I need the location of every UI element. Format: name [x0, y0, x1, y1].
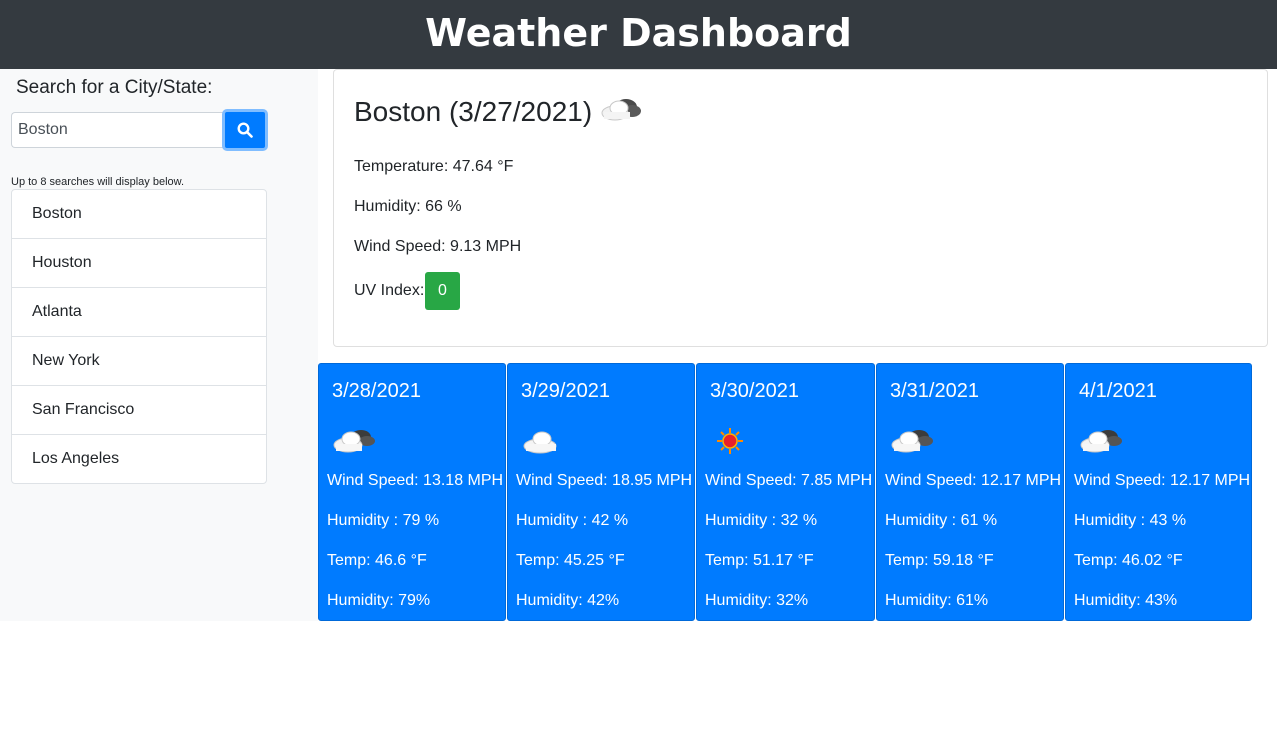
history-item[interactable]: Boston — [12, 190, 266, 239]
forecast-humidity: Humidity : 42 % — [516, 512, 629, 529]
search-hint: Up to 8 searches will display below. — [11, 176, 185, 188]
forecast-humidity: Humidity : 32 % — [705, 512, 818, 529]
forecast-card: 3/30/2021 Wind Speed: 7.85 MPH Humidity … — [696, 363, 875, 621]
uv-index-badge: 0 — [425, 272, 460, 310]
forecast-temp: Temp: 46.02 °F — [1074, 552, 1183, 569]
sidebar: Search for a City/State: Up to 8 searche… — [0, 69, 318, 621]
cloud-icon — [1080, 430, 1122, 453]
history-item[interactable]: Los Angeles — [12, 435, 266, 483]
forecast-temp: Temp: 51.17 °F — [705, 552, 814, 569]
forecast-humidity: Humidity : 61 % — [885, 512, 998, 529]
search-button[interactable] — [222, 109, 268, 151]
forecast-date: 4/1/2021 — [1079, 380, 1157, 402]
forecast-card: 3/28/2021 Wind Speed: 13.18 MPH Humidity… — [318, 363, 506, 621]
forecast-wind: Wind Speed: 13.18 MPH — [327, 472, 504, 489]
forecast-wind: Wind Speed: 7.85 MPH — [705, 472, 873, 489]
search-history-list: Boston Houston Atlanta New York San Fran… — [11, 189, 267, 484]
forecast-humidity-percent: Humidity: 42% — [516, 592, 620, 609]
forecast-card: 3/31/2021 Wind Speed: 12.17 MPH Humidity… — [876, 363, 1064, 621]
history-item[interactable]: New York — [12, 337, 266, 386]
current-weather-card: Boston (3/27/2021) Temperature: 47.64 °F… — [333, 69, 1268, 347]
forecast-temp: Temp: 45.25 °F — [516, 552, 625, 569]
current-wind: Wind Speed: 9.13 MPH — [354, 238, 522, 255]
forecast-date: 3/31/2021 — [890, 380, 979, 402]
app-header: Weather Dashboard — [0, 0, 1277, 69]
forecast-temp: Temp: 59.18 °F — [885, 552, 994, 569]
forecast-date: 3/29/2021 — [521, 380, 610, 402]
search-label: Search for a City/State: — [16, 77, 213, 98]
cloud-icon — [891, 430, 933, 453]
history-item[interactable]: Houston — [12, 239, 266, 288]
sun-icon — [717, 428, 743, 454]
current-city-title: Boston (3/27/2021) — [354, 96, 593, 127]
forecast-date: 3/30/2021 — [710, 380, 799, 402]
page-title: Weather Dashboard — [425, 10, 852, 55]
forecast-date: 3/28/2021 — [332, 380, 421, 402]
search-icon — [237, 122, 253, 138]
forecast-humidity: Humidity : 79 % — [327, 512, 440, 529]
current-humidity: Humidity: 66 % — [354, 198, 462, 215]
cloud-icon — [601, 99, 642, 121]
cloud-light-icon — [523, 431, 557, 454]
forecast-wind: Wind Speed: 12.17 MPH — [885, 472, 1062, 489]
forecast-humidity-percent: Humidity: 43% — [1074, 592, 1178, 609]
uv-label: UV Index: — [354, 282, 425, 299]
forecast-humidity-percent: Humidity: 32% — [705, 592, 809, 609]
forecast-wind: Wind Speed: 18.95 MPH — [516, 472, 693, 489]
search-input[interactable] — [11, 112, 223, 148]
forecast-wind: Wind Speed: 12.17 MPH — [1074, 472, 1251, 489]
history-item[interactable]: San Francisco — [12, 386, 266, 435]
forecast-temp: Temp: 46.6 °F — [327, 552, 427, 569]
forecast-humidity-percent: Humidity: 79% — [327, 592, 431, 609]
forecast-humidity-percent: Humidity: 61% — [885, 592, 989, 609]
history-item[interactable]: Atlanta — [12, 288, 266, 337]
forecast-card: 3/29/2021 Wind Speed: 18.95 MPH Humidity… — [507, 363, 695, 621]
current-city-row: Boston (3/27/2021) — [354, 96, 644, 128]
cloud-icon — [333, 430, 375, 453]
current-temperature: Temperature: 47.64 °F — [354, 158, 514, 175]
forecast-card: 4/1/2021 Wind Speed: 12.17 MPH Humidity … — [1065, 363, 1252, 621]
forecast-humidity: Humidity : 43 % — [1074, 512, 1187, 529]
